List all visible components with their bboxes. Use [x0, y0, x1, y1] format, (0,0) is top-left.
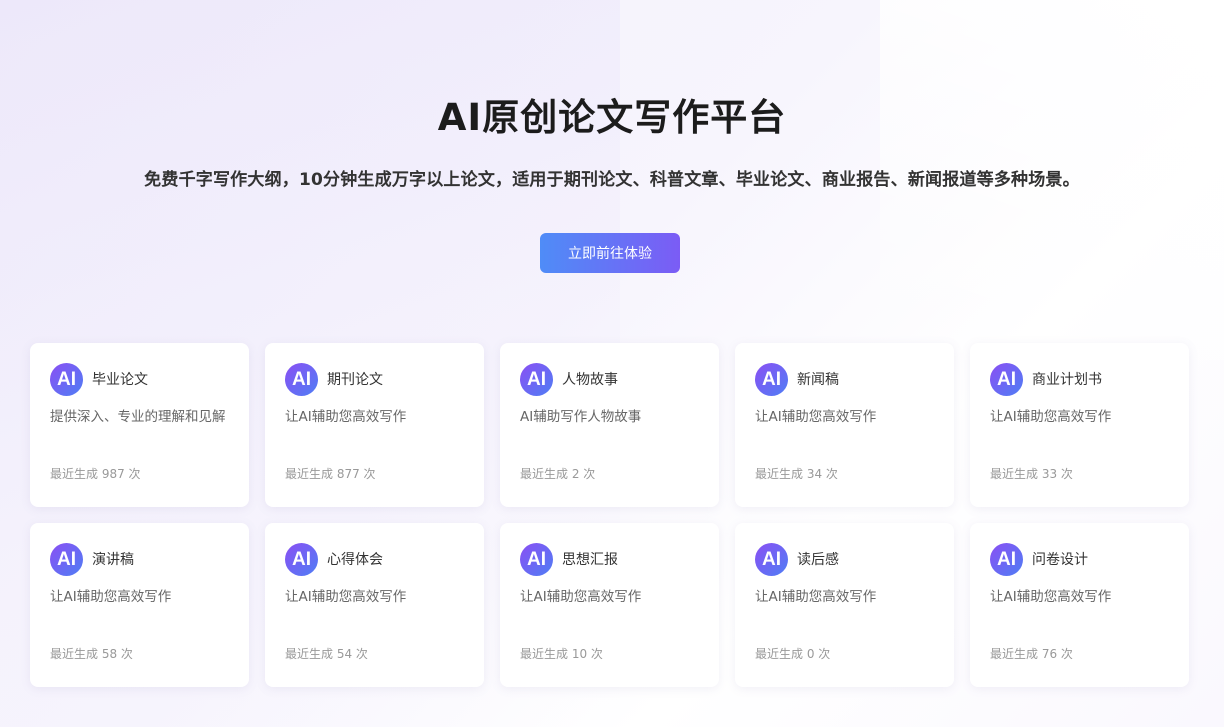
try-now-button[interactable]: 立即前往体验 — [540, 233, 680, 273]
card-title: 商业计划书 — [1032, 372, 1102, 388]
card-generation-count: 最近生成 2 次 — [520, 467, 596, 481]
card-generation-count: 最近生成 987 次 — [50, 467, 141, 481]
card-generation-count: 最近生成 34 次 — [755, 467, 838, 481]
card-reflections[interactable]: AI 心得体会 让AI辅助您高效写作 最近生成 54 次 — [265, 523, 484, 687]
card-generation-count: 最近生成 877 次 — [285, 467, 376, 481]
card-title: 毕业论文 — [92, 372, 148, 388]
card-title: 问卷设计 — [1032, 552, 1088, 568]
card-description: AI辅助写作人物故事 — [520, 409, 642, 425]
ai-icon: AI — [755, 363, 788, 396]
card-description: 让AI辅助您高效写作 — [50, 589, 172, 605]
ai-icon: AI — [50, 363, 83, 396]
card-speech[interactable]: AI 演讲稿 让AI辅助您高效写作 最近生成 58 次 — [30, 523, 249, 687]
card-title: 人物故事 — [562, 372, 618, 388]
card-description: 让AI辅助您高效写作 — [990, 589, 1112, 605]
card-journal-paper[interactable]: AI 期刊论文 让AI辅助您高效写作 最近生成 877 次 — [265, 343, 484, 507]
card-generation-count: 最近生成 33 次 — [990, 467, 1073, 481]
page-subtitle: 免费千字写作大纲，10分钟生成万字以上论文，适用于期刊论文、科普文章、毕业论文、… — [144, 170, 1080, 190]
card-generation-count: 最近生成 0 次 — [755, 647, 831, 661]
card-generation-count: 最近生成 58 次 — [50, 647, 133, 661]
card-press-release[interactable]: AI 新闻稿 让AI辅助您高效写作 最近生成 34 次 — [735, 343, 954, 507]
card-description: 让AI辅助您高效写作 — [755, 409, 877, 425]
ai-icon: AI — [520, 543, 553, 576]
card-generation-count: 最近生成 76 次 — [990, 647, 1073, 661]
card-description: 让AI辅助您高效写作 — [990, 409, 1112, 425]
ai-icon: AI — [755, 543, 788, 576]
card-book-review[interactable]: AI 读后感 让AI辅助您高效写作 最近生成 0 次 — [735, 523, 954, 687]
card-title: 读后感 — [797, 552, 839, 568]
card-generation-count: 最近生成 10 次 — [520, 647, 603, 661]
card-description: 让AI辅助您高效写作 — [755, 589, 877, 605]
card-title: 心得体会 — [327, 552, 383, 568]
ai-icon: AI — [990, 363, 1023, 396]
card-description: 让AI辅助您高效写作 — [520, 589, 642, 605]
ai-icon: AI — [50, 543, 83, 576]
card-title: 演讲稿 — [92, 552, 134, 568]
card-thought-report[interactable]: AI 思想汇报 让AI辅助您高效写作 最近生成 10 次 — [500, 523, 719, 687]
card-description: 提供深入、专业的理解和见解 — [50, 409, 226, 425]
ai-icon: AI — [990, 543, 1023, 576]
card-title: 新闻稿 — [797, 372, 839, 388]
card-generation-count: 最近生成 54 次 — [285, 647, 368, 661]
card-title: 期刊论文 — [327, 372, 383, 388]
ai-icon: AI — [520, 363, 553, 396]
card-questionnaire-design[interactable]: AI 问卷设计 让AI辅助您高效写作 最近生成 76 次 — [970, 523, 1189, 687]
ai-icon: AI — [285, 543, 318, 576]
card-graduation-thesis[interactable]: AI 毕业论文 提供深入、专业的理解和见解 最近生成 987 次 — [30, 343, 249, 507]
ai-icon: AI — [285, 363, 318, 396]
card-description: 让AI辅助您高效写作 — [285, 409, 407, 425]
card-title: 思想汇报 — [562, 552, 618, 568]
card-business-plan[interactable]: AI 商业计划书 让AI辅助您高效写作 最近生成 33 次 — [970, 343, 1189, 507]
card-character-story[interactable]: AI 人物故事 AI辅助写作人物故事 最近生成 2 次 — [500, 343, 719, 507]
card-description: 让AI辅助您高效写作 — [285, 589, 407, 605]
page-title: AI原创论文写作平台 — [437, 96, 787, 139]
